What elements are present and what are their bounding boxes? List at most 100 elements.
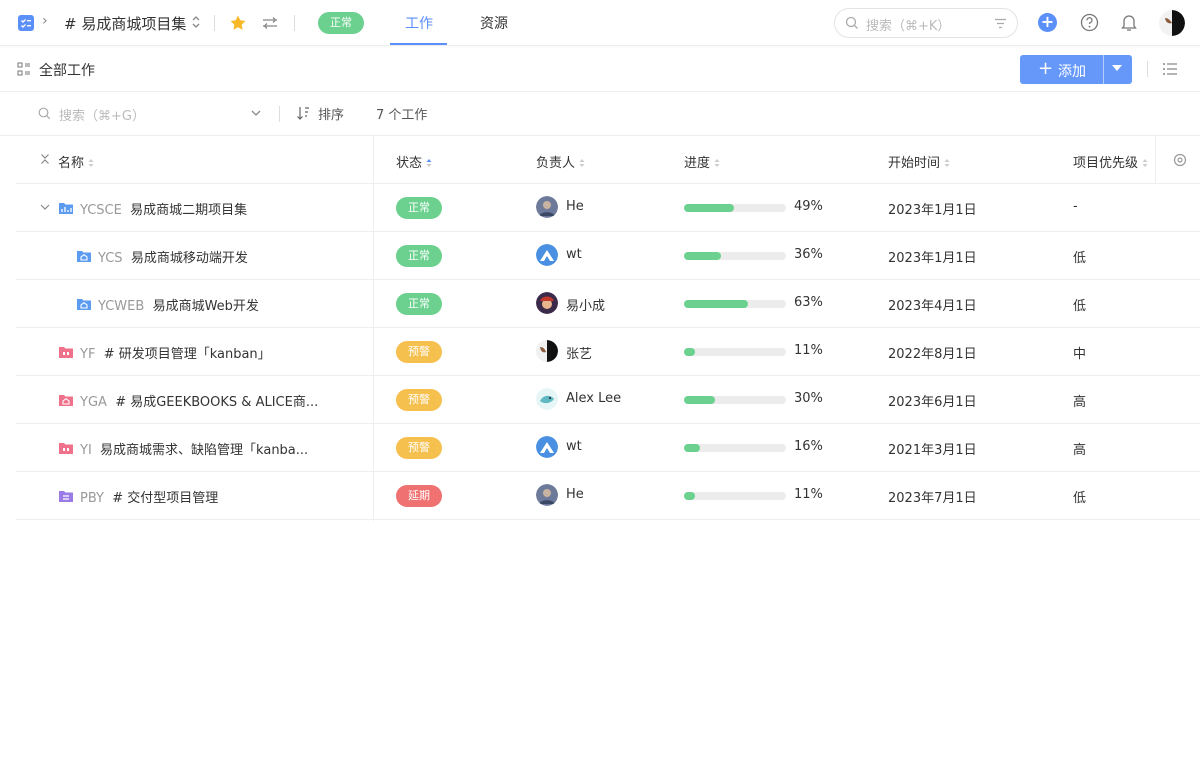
work-item-name: 易成商城需求、缺陷管理「kanba...	[100, 443, 309, 458]
table-row[interactable]: YCS 易成商城移动端开发 正常 wt 36% 2023年1月1日 低	[16, 232, 1200, 280]
status-badge[interactable]: 正常	[396, 245, 442, 267]
column-header-status[interactable]: 状态	[396, 152, 432, 171]
view-title: 全部工作	[39, 63, 95, 79]
switch-project-icon[interactable]	[190, 13, 202, 31]
tab-work[interactable]: 工作	[405, 13, 433, 33]
priority-value[interactable]: 高	[1073, 439, 1086, 458]
status-badge[interactable]: 预警	[396, 341, 442, 363]
create-button[interactable]: +	[1038, 13, 1057, 32]
status-badge[interactable]: 预警	[396, 389, 442, 411]
priority-value[interactable]: 低	[1073, 247, 1086, 266]
sort-arrows-icon[interactable]	[579, 158, 585, 168]
progress-bar	[684, 492, 786, 500]
column-header-progress[interactable]: 进度	[684, 152, 720, 171]
list-view-icon[interactable]	[1162, 62, 1178, 76]
sort-arrows-icon[interactable]	[88, 158, 94, 168]
priority-value[interactable]: -	[1073, 199, 1078, 214]
priority-value[interactable]: 高	[1073, 391, 1086, 410]
notification-bell-icon[interactable]	[1120, 13, 1138, 32]
table-row[interactable]: PBY # 交付型项目管理 延期 He 11% 2023年7月1日 低	[16, 472, 1200, 520]
owner-name[interactable]: 易小成	[566, 295, 605, 314]
work-item-code: PBY	[80, 491, 104, 506]
divider	[294, 15, 295, 31]
work-item-title[interactable]: YCSCE 易成商城二期项目集	[80, 199, 247, 218]
sort-button[interactable]: 排序	[318, 104, 344, 123]
split-divider	[1103, 55, 1104, 84]
status-badge[interactable]: 预警	[396, 437, 442, 459]
help-icon[interactable]	[1080, 13, 1099, 32]
project-app-icon[interactable]	[17, 14, 35, 32]
tab-resources[interactable]: 资源	[480, 13, 508, 33]
settings-sliders-icon[interactable]	[261, 14, 279, 32]
priority-value[interactable]: 中	[1073, 343, 1086, 362]
work-item-title[interactable]: PBY # 交付型项目管理	[80, 487, 218, 506]
progress-value: 63%	[794, 295, 823, 310]
priority-value[interactable]: 低	[1073, 295, 1086, 314]
status-badge[interactable]: 正常	[396, 293, 442, 315]
sort-ascending-icon[interactable]	[426, 158, 432, 168]
owner-name[interactable]: He	[566, 199, 584, 214]
owner-name[interactable]: wt	[566, 439, 582, 454]
star-icon[interactable]	[229, 14, 247, 32]
start-date: 2023年1月1日	[888, 251, 977, 266]
dropdown-caret-icon[interactable]	[1112, 65, 1122, 71]
owner-name[interactable]: Alex Lee	[566, 391, 621, 406]
work-item-title[interactable]: YF # 研发项目管理「kanban」	[80, 343, 271, 362]
owner-name[interactable]: He	[566, 487, 584, 502]
work-item-title[interactable]: YCS 易成商城移动端开发	[98, 247, 248, 266]
owner-avatar	[536, 388, 558, 410]
work-item-title[interactable]: YGA # 易成GEEKBOOKS & ALICE商...	[80, 391, 318, 410]
work-item-code: YCWEB	[98, 299, 145, 314]
owner-name[interactable]: 张艺	[566, 343, 592, 362]
progress-bar	[684, 396, 786, 404]
chevron-down-icon[interactable]	[250, 107, 262, 119]
search-placeholder: 搜索（⌘+K）	[866, 19, 951, 34]
filter-bar: 搜索（⌘+G） 排序 7 个工作	[0, 92, 1200, 136]
progress-value: 16%	[794, 439, 823, 454]
work-item-title[interactable]: YI 易成商城需求、缺陷管理「kanba...	[80, 439, 308, 458]
collapse-all-icon[interactable]	[40, 153, 50, 165]
folder-home-icon	[77, 251, 91, 262]
sort-icon[interactable]	[296, 106, 310, 120]
column-header-priority[interactable]: 项目优先级	[1073, 152, 1148, 171]
owner-avatar	[536, 436, 558, 458]
owner-avatar	[536, 244, 558, 266]
status-badge[interactable]: 正常	[396, 197, 442, 219]
sort-arrows-icon[interactable]	[714, 158, 720, 168]
user-avatar[interactable]	[1159, 10, 1185, 36]
table-row[interactable]: YF # 研发项目管理「kanban」 预警 张艺 11% 2022年8月1日 中	[16, 328, 1200, 376]
search-icon	[845, 16, 858, 29]
column-header-start-time[interactable]: 开始时间	[888, 152, 950, 171]
project-status-badge[interactable]: 正常	[318, 12, 364, 34]
sort-arrows-icon[interactable]	[1142, 158, 1148, 168]
divider	[1147, 61, 1148, 77]
add-button[interactable]: + 添加	[1020, 55, 1132, 84]
progress-bar-fill	[684, 444, 701, 452]
chevron-down-icon[interactable]	[40, 202, 50, 212]
work-item-name: 易成商城二期项目集	[130, 203, 248, 218]
table-row[interactable]: YCWEB 易成商城Web开发 正常 易小成 63% 2023年4月1日 低	[16, 280, 1200, 328]
status-badge[interactable]: 延期	[396, 485, 442, 507]
project-title[interactable]: # 易成商城项目集	[64, 13, 186, 34]
sort-arrows-icon[interactable]	[944, 158, 950, 168]
owner-name[interactable]: wt	[566, 247, 582, 262]
column-settings-icon[interactable]	[1172, 152, 1188, 168]
table-row[interactable]: YCSCE 易成商城二期项目集 正常 He 49% 2023年1月1日 -	[16, 184, 1200, 232]
progress-bar	[684, 300, 786, 308]
column-header-owner[interactable]: 负责人	[536, 152, 585, 171]
global-search-input[interactable]: 搜索（⌘+K）	[834, 8, 1018, 38]
table-header: 名称 状态 负责人 进度 开始时间 项目优先级	[16, 136, 1200, 184]
table-row[interactable]: YGA # 易成GEEKBOOKS & ALICE商... 预警 Alex Lee 3…	[16, 376, 1200, 424]
work-search-input[interactable]: 搜索（⌘+G）	[59, 105, 145, 124]
filter-icon[interactable]	[994, 17, 1007, 30]
view-grid-icon[interactable]	[17, 62, 31, 76]
progress-bar	[684, 252, 786, 260]
active-tab-indicator	[390, 43, 447, 45]
progress-bar-fill	[684, 396, 715, 404]
column-header-name[interactable]: 名称	[58, 152, 94, 171]
progress-value: 36%	[794, 247, 823, 262]
priority-value[interactable]: 低	[1073, 487, 1086, 506]
search-icon	[38, 107, 51, 120]
work-item-title[interactable]: YCWEB 易成商城Web开发	[98, 295, 259, 314]
table-row[interactable]: YI 易成商城需求、缺陷管理「kanba... 预警 wt 16% 2021年3月1日 高	[16, 424, 1200, 472]
